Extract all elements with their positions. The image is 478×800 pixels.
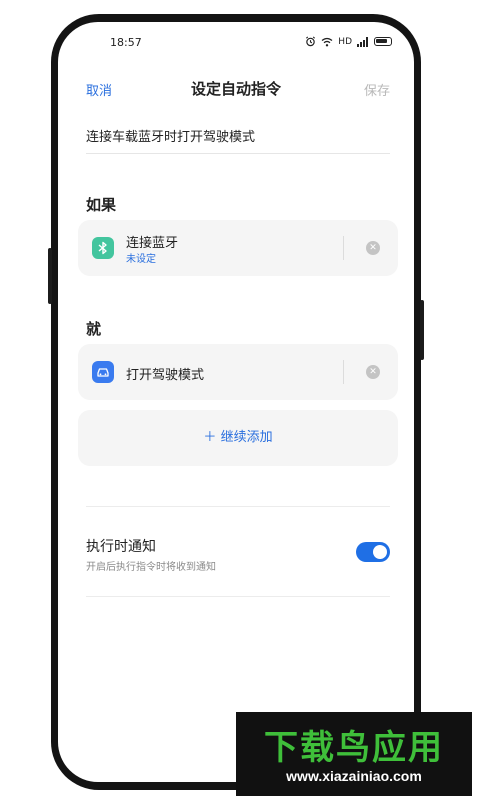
- signal-icon: [357, 36, 368, 47]
- save-button[interactable]: 保存: [364, 80, 390, 99]
- watermark-url: www.xiazainiao.com: [286, 768, 422, 784]
- alarm-icon: [306, 36, 316, 47]
- divider-bottom: [86, 596, 390, 597]
- status-icons: HD: [305, 36, 392, 47]
- condition-label: 连接蓝牙: [126, 236, 179, 251]
- phone-side-button-left: [48, 248, 52, 304]
- notification-toggle[interactable]: [356, 542, 390, 562]
- command-name-input[interactable]: 连接车载蓝牙时打开驾驶模式: [86, 126, 390, 154]
- watermark-brand: 下载鸟应用: [264, 728, 444, 768]
- notification-title: 执行时通知: [86, 539, 156, 555]
- add-action-label: 继续添加: [220, 430, 273, 445]
- network-label: HD: [338, 36, 352, 47]
- phone-screen: 18:57 HD 取消 设定自动指令 保存 连接车载蓝牙时打开驾驶模式 如果 连…: [58, 22, 414, 782]
- plus-icon: ＋: [203, 430, 221, 445]
- add-action-button[interactable]: ＋ 继续添加: [78, 410, 398, 466]
- phone-side-button-right: [420, 300, 424, 360]
- remove-condition-icon[interactable]: ✕: [366, 241, 380, 255]
- remove-action-icon[interactable]: ✕: [366, 365, 380, 379]
- action-card[interactable]: 打开驾驶模式 ✕: [78, 344, 398, 400]
- car-icon: [92, 361, 114, 383]
- condition-status: 未设定: [126, 254, 156, 265]
- status-time: 18:57: [110, 36, 142, 49]
- watermark: 下载鸟应用 www.xiazainiao.com: [236, 712, 472, 796]
- card-divider: [343, 360, 344, 384]
- bluetooth-icon: [92, 237, 114, 259]
- page-title: 设定自动指令: [190, 80, 281, 98]
- if-section-heading: 如果: [86, 196, 117, 214]
- divider-top: [86, 506, 390, 507]
- wifi-icon: [321, 37, 333, 46]
- action-label: 打开驾驶模式: [126, 368, 205, 383]
- condition-card[interactable]: 连接蓝牙 未设定 ✕: [78, 220, 398, 276]
- notification-subtitle: 开启后执行指令时将收到通知: [86, 562, 216, 573]
- battery-icon: [374, 37, 392, 46]
- nav-bar: 取消 设定自动指令 保存: [58, 78, 414, 100]
- card-divider: [343, 236, 344, 260]
- toggle-knob: [373, 545, 387, 559]
- then-section-heading: 就: [86, 320, 102, 338]
- status-bar: 18:57 HD: [58, 36, 414, 52]
